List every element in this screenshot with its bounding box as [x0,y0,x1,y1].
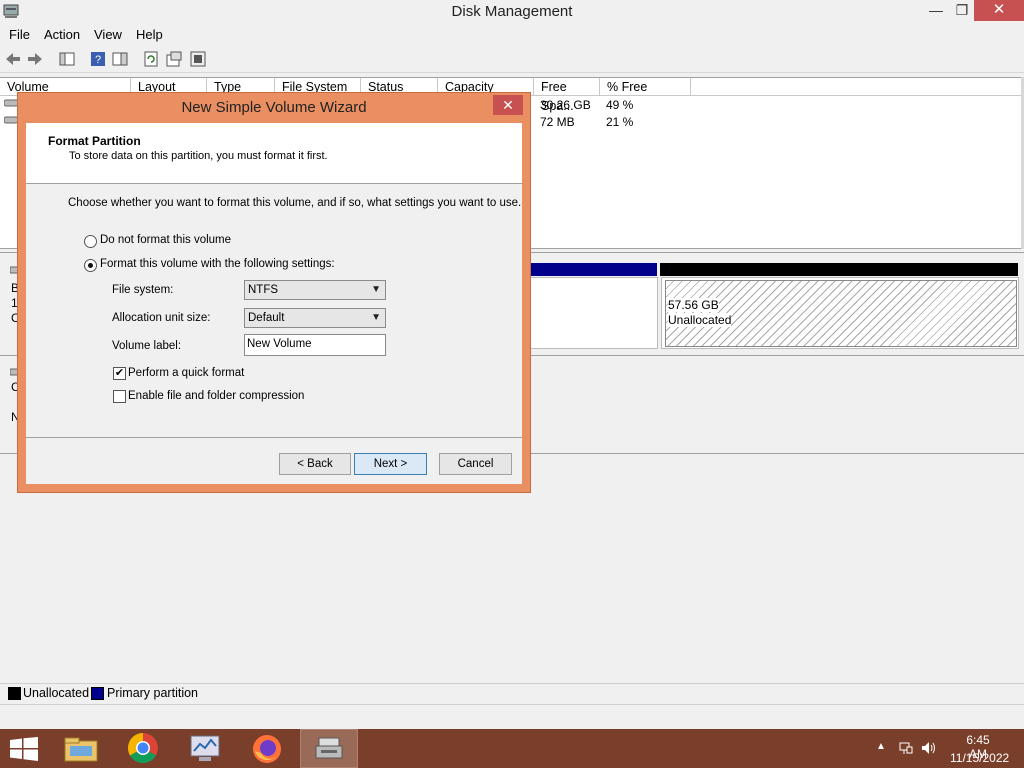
wizard-instruction: Choose whether you want to format this v… [68,197,522,209]
legend: Unallocated Primary partition [0,683,1024,705]
back-icon[interactable] [4,50,22,68]
settings-icon[interactable] [189,50,207,68]
back-button[interactable]: < Back [279,453,351,475]
radio-format-volume-label[interactable]: Format this volume with the following se… [100,258,335,270]
percent-free-cell: 21 % [606,115,634,129]
radio-do-not-format[interactable] [84,235,97,248]
status-bar [0,705,1024,727]
column-header-percent-free[interactable]: % Free [600,78,691,96]
taskbar: ▲ [0,729,1024,768]
legend-swatch-unallocated [8,687,21,700]
primary-partition-block[interactable] [530,277,658,349]
wizard-header: Format Partition To store data on this p… [26,123,522,184]
menu-file[interactable]: File [9,27,30,42]
unallocated-size: 57.56 GB [668,298,719,312]
legend-swatch-primary [91,687,104,700]
clock-date[interactable]: 11/15/2022 [950,751,1009,765]
file-explorer-icon [64,737,98,762]
menu-help[interactable]: Help [136,27,163,42]
chevron-down-icon: ▼ [371,312,381,323]
wizard-page-title: Format Partition [48,134,141,148]
compression-label[interactable]: Enable file and folder compression [128,390,304,402]
percent-free-cell: 49 % [606,98,634,112]
chevron-down-icon: ▼ [371,284,381,295]
properties-icon[interactable] [165,50,183,68]
quick-format-label[interactable]: Perform a quick format [128,367,244,379]
unallocated-bar [660,263,1018,276]
primary-partition-bar [531,263,657,276]
taskbar-file-explorer[interactable] [52,729,110,768]
legend-label-primary: Primary partition [107,686,198,700]
dialog-close-button[interactable]: ✕ [493,95,523,115]
taskbar-disk-management[interactable] [300,729,358,768]
network-icon[interactable] [898,740,914,756]
dialog-title: New Simple Volume Wizard [181,99,367,116]
taskbar-chrome[interactable] [114,729,172,768]
disk-info-fragment: 1 [11,296,18,310]
menu-bar: File Action View Help [0,24,1024,44]
close-button[interactable]: ✕ [974,0,1024,21]
dialog-client-area: Format Partition To store data on this p… [26,123,522,484]
console-tree-icon[interactable] [58,50,76,68]
firefox-icon [253,735,281,763]
chrome-icon [127,733,158,764]
column-header-free-space[interactable]: Free Spa... [534,78,600,113]
menu-view[interactable]: View [94,27,122,42]
volume-label-label: Volume label: [112,340,182,352]
dialog-button-separator [26,437,522,438]
compression-checkbox[interactable] [113,390,126,403]
free-space-cell: 72 MB [540,115,575,129]
new-simple-volume-wizard-dialog: New Simple Volume Wizard ✕ Format Partit… [18,93,530,492]
refresh-icon[interactable] [142,50,160,68]
show-hidden-icons-chevron-icon[interactable]: ▲ [876,741,886,752]
wizard-page-subtitle: To store data on this partition, you mus… [69,150,328,162]
forward-icon[interactable] [26,50,44,68]
radio-do-not-format-label[interactable]: Do not format this volume [100,234,231,246]
window-title: Disk Management [451,3,573,20]
action-pane-icon[interactable] [111,50,129,68]
allocation-unit-label: Allocation unit size: [112,312,211,324]
legend-label-unallocated: Unallocated [23,686,90,700]
volume-drive-icon [4,116,18,124]
performance-monitor-icon [190,735,220,761]
help-icon[interactable]: ? [89,50,107,68]
cancel-button[interactable]: Cancel [439,453,512,475]
file-system-label: File system: [112,284,174,296]
column-header-filler [691,78,1021,96]
volume-icon[interactable] [920,740,938,756]
svg-text:?: ? [95,54,101,66]
taskbar-firefox[interactable] [238,729,296,768]
file-system-dropdown[interactable]: NTFS ▼ [244,280,386,300]
allocation-unit-value: Default [248,312,285,324]
windows-start-icon[interactable] [10,737,38,761]
menu-action[interactable]: Action [44,27,80,42]
volume-drive-icon [4,99,18,107]
disk-management-icon [315,737,343,759]
toolbar: ? [0,46,1024,73]
quick-format-checkbox[interactable]: ✔ [113,367,126,380]
unallocated-label: Unallocated [668,313,732,327]
taskbar-performance-monitor[interactable] [176,729,234,768]
free-space-cell: 30.26 GB [540,98,591,112]
volume-label-input[interactable]: New Volume [244,334,386,356]
file-system-value: NTFS [248,284,279,296]
next-button[interactable]: Next > [354,453,427,475]
allocation-unit-dropdown[interactable]: Default ▼ [244,308,386,328]
radio-format-volume[interactable] [84,259,97,272]
